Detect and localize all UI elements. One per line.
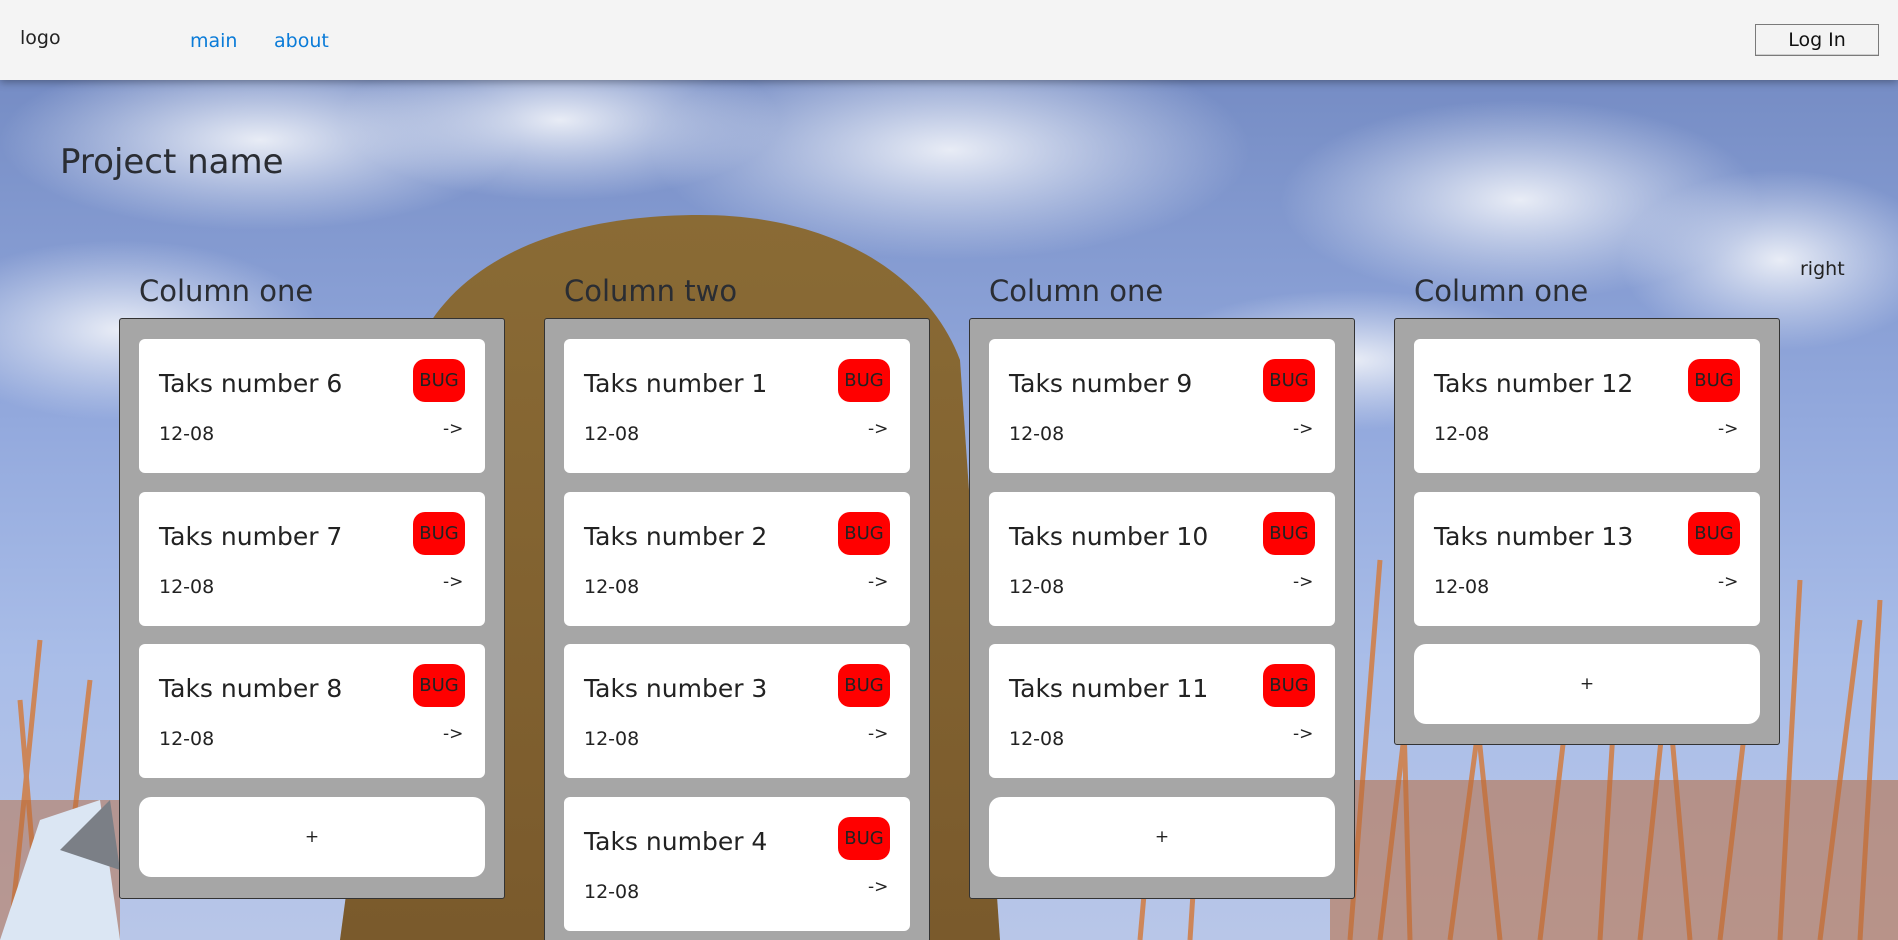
add-card-button[interactable]: + — [1414, 644, 1760, 724]
bug-badge[interactable]: BUG — [413, 664, 465, 707]
task-title: Taks number 2 — [584, 522, 768, 551]
task-date: 12-08 — [584, 881, 640, 903]
bug-badge[interactable]: BUG — [1263, 664, 1315, 707]
task-card[interactable]: Taks number 8 BUG 12-08 -> — [139, 644, 485, 778]
task-title: Taks number 4 — [584, 827, 768, 856]
nav-link-about[interactable]: about — [274, 30, 329, 52]
nav-link-main[interactable]: main — [190, 30, 237, 52]
add-card-button[interactable]: + — [989, 797, 1335, 877]
logo[interactable]: logo — [20, 27, 61, 49]
task-date: 12-08 — [1434, 576, 1490, 598]
open-task-arrow[interactable]: -> — [1718, 419, 1738, 439]
task-date: 12-08 — [159, 423, 215, 445]
top-navbar: logo main about Log In — [0, 0, 1898, 80]
task-date: 12-08 — [159, 728, 215, 750]
bug-badge[interactable]: BUG — [1263, 359, 1315, 402]
task-title: Taks number 10 — [1009, 522, 1209, 551]
task-card[interactable]: Taks number 3 BUG 12-08 -> — [564, 644, 910, 778]
task-date: 12-08 — [584, 728, 640, 750]
task-card[interactable]: Taks number 13 BUG 12-08 -> — [1414, 492, 1760, 626]
bug-badge[interactable]: BUG — [1263, 512, 1315, 555]
login-button[interactable]: Log In — [1755, 24, 1879, 56]
bug-badge[interactable]: BUG — [838, 817, 890, 860]
task-date: 12-08 — [584, 576, 640, 598]
task-title: Taks number 13 — [1434, 522, 1634, 551]
column-title: Column one — [1414, 274, 1589, 308]
task-title: Taks number 7 — [159, 522, 343, 551]
open-task-arrow[interactable]: -> — [1718, 572, 1738, 592]
column-title: Column one — [139, 274, 314, 308]
task-title: Taks number 1 — [584, 369, 768, 398]
task-card[interactable]: Taks number 1 BUG 12-08 -> — [564, 339, 910, 473]
right-label: right — [1800, 258, 1845, 280]
bug-badge[interactable]: BUG — [413, 359, 465, 402]
column-title: Column two — [564, 274, 738, 308]
task-title: Taks number 8 — [159, 674, 343, 703]
add-card-button[interactable]: + — [139, 797, 485, 877]
task-title: Taks number 6 — [159, 369, 343, 398]
task-card[interactable]: Taks number 12 BUG 12-08 -> — [1414, 339, 1760, 473]
column-title: Column one — [989, 274, 1164, 308]
open-task-arrow[interactable]: -> — [1293, 419, 1313, 439]
task-title: Taks number 12 — [1434, 369, 1634, 398]
kanban-column: Taks number 12 BUG 12-08 -> Taks number … — [1394, 318, 1780, 745]
task-card[interactable]: Taks number 11 BUG 12-08 -> — [989, 644, 1335, 778]
task-title: Taks number 11 — [1009, 674, 1209, 703]
task-date: 12-08 — [1009, 576, 1065, 598]
task-card[interactable]: Taks number 9 BUG 12-08 -> — [989, 339, 1335, 473]
task-date: 12-08 — [1434, 423, 1490, 445]
task-card[interactable]: Taks number 4 BUG 12-08 -> — [564, 797, 910, 931]
kanban-column: Taks number 6 BUG 12-08 -> Taks number 7… — [119, 318, 505, 899]
kanban-column: Taks number 1 BUG 12-08 -> Taks number 2… — [544, 318, 930, 940]
task-card[interactable]: Taks number 2 BUG 12-08 -> — [564, 492, 910, 626]
open-task-arrow[interactable]: -> — [443, 419, 463, 439]
page-title: Project name — [60, 142, 284, 182]
open-task-arrow[interactable]: -> — [868, 419, 888, 439]
task-card[interactable]: Taks number 6 BUG 12-08 -> — [139, 339, 485, 473]
open-task-arrow[interactable]: -> — [443, 572, 463, 592]
open-task-arrow[interactable]: -> — [868, 724, 888, 744]
bug-badge[interactable]: BUG — [413, 512, 465, 555]
task-date: 12-08 — [1009, 423, 1065, 445]
bug-badge[interactable]: BUG — [1688, 512, 1740, 555]
bug-badge[interactable]: BUG — [1688, 359, 1740, 402]
task-title: Taks number 9 — [1009, 369, 1193, 398]
task-date: 12-08 — [584, 423, 640, 445]
bug-badge[interactable]: BUG — [838, 359, 890, 402]
kanban-column: Taks number 9 BUG 12-08 -> Taks number 1… — [969, 318, 1355, 899]
open-task-arrow[interactable]: -> — [868, 877, 888, 897]
task-card[interactable]: Taks number 7 BUG 12-08 -> — [139, 492, 485, 626]
bug-badge[interactable]: BUG — [838, 512, 890, 555]
open-task-arrow[interactable]: -> — [868, 572, 888, 592]
task-card[interactable]: Taks number 10 BUG 12-08 -> — [989, 492, 1335, 626]
bug-badge[interactable]: BUG — [838, 664, 890, 707]
task-date: 12-08 — [1009, 728, 1065, 750]
open-task-arrow[interactable]: -> — [1293, 724, 1313, 744]
open-task-arrow[interactable]: -> — [1293, 572, 1313, 592]
open-task-arrow[interactable]: -> — [443, 724, 463, 744]
task-date: 12-08 — [159, 576, 215, 598]
task-title: Taks number 3 — [584, 674, 768, 703]
